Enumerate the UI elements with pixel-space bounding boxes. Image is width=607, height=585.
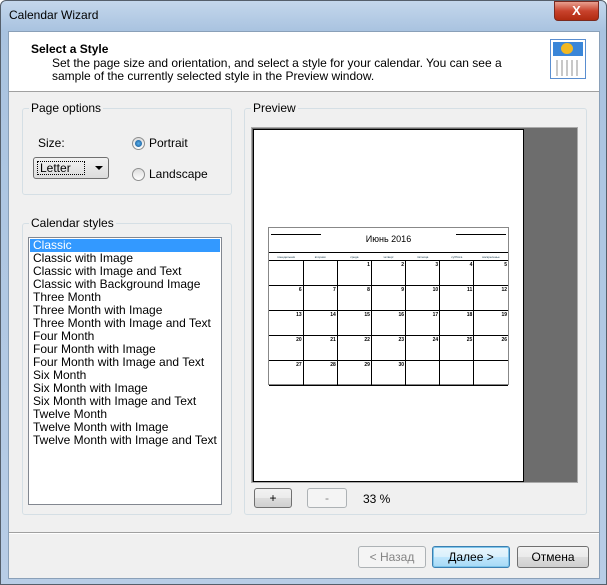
- calendar-day-cell: 12: [473, 285, 508, 311]
- calendar-styles-legend: Calendar styles: [29, 216, 116, 230]
- calendar-day-cell: 27: [269, 360, 304, 386]
- zoom-in-button[interactable]: +: [254, 488, 292, 508]
- wizard-header: Select a Style Set the page size and ori…: [9, 32, 599, 92]
- calendar-day-cell: 18: [439, 310, 475, 336]
- weekday-header: среда: [337, 252, 372, 261]
- calendar-day-cell: 2: [370, 260, 407, 286]
- portrait-radio[interactable]: Portrait: [132, 136, 188, 150]
- calendar-day-cell: [405, 360, 441, 386]
- size-label: Size:: [38, 136, 65, 150]
- calendar-day-cell: [439, 360, 475, 386]
- calendar-day-cell: [302, 260, 338, 286]
- calendar-week-row: 27 28 29 30: [269, 360, 508, 386]
- zoom-out-button[interactable]: -: [307, 488, 347, 508]
- calendar-week-row: 6 7 8 9 10 11 12: [269, 285, 508, 311]
- zoom-level: 33 %: [363, 492, 391, 506]
- calendar-day-cell: [473, 360, 508, 386]
- back-button[interactable]: < Назад: [358, 546, 426, 568]
- portrait-label: Portrait: [149, 136, 188, 150]
- calendar-day-cell: 7: [302, 285, 338, 311]
- radio-checked-icon: [132, 136, 145, 150]
- cancel-button[interactable]: Отмена: [517, 546, 589, 568]
- calendar-week-row: 13 14 15 16 17 18 19: [269, 310, 508, 336]
- preview-pane: Июнь 2016 понедельник вторник среда четверг…: [251, 127, 578, 483]
- calendar-day-cell: 8: [336, 285, 372, 311]
- footer-divider: [9, 532, 599, 534]
- next-button[interactable]: Далее >: [432, 546, 510, 568]
- dialog-client: Select a Style Set the page size and ori…: [8, 31, 600, 579]
- calendar-styles-list[interactable]: Classic Classic with Image Classic with Im…: [28, 237, 222, 505]
- landscape-label: Landscape: [149, 167, 208, 181]
- chevron-down-icon: [95, 166, 103, 170]
- calendar-day-cell: 17: [405, 310, 441, 336]
- calendar-day-cell: 20: [269, 335, 304, 361]
- page-size-dropdown[interactable]: Letter: [33, 157, 109, 179]
- calendar-image-icon: [550, 39, 586, 79]
- calendar-day-cell: 13: [269, 310, 304, 336]
- window-title: Calendar Wizard: [9, 8, 99, 22]
- radio-unchecked-icon: [132, 167, 145, 181]
- weekday-header: суббота: [439, 252, 474, 261]
- calendar-month-title: Июнь 2016: [365, 234, 412, 244]
- calendar-day-cell: 4: [439, 260, 475, 286]
- calendar-preview: Июнь 2016 понедельник вторник среда четверг…: [268, 227, 509, 386]
- calendar-day-cell: 19: [473, 310, 508, 336]
- page-title: Select a Style: [31, 42, 109, 56]
- calendar-day-cell: 5: [473, 260, 508, 286]
- weekday-header: четверг: [371, 252, 406, 261]
- close-button[interactable]: X: [554, 1, 599, 21]
- calendar-day-cell: 6: [269, 285, 304, 311]
- calendar-day-cell: 28: [302, 360, 338, 386]
- calendar-day-cell: 25: [439, 335, 475, 361]
- preview-page: Июнь 2016 понедельник вторник среда четверг…: [253, 129, 524, 482]
- landscape-radio[interactable]: Landscape: [132, 167, 208, 181]
- calendar-day-cell: 1: [336, 260, 372, 286]
- weekday-header: пятница: [405, 252, 440, 261]
- calendar-day-cell: 14: [302, 310, 338, 336]
- page-description: Set the page size and orientation, and s…: [52, 56, 502, 83]
- preview-legend: Preview: [251, 101, 298, 115]
- calendar-day-cell: 22: [336, 335, 372, 361]
- page-options-group: Page options: [22, 101, 232, 195]
- weekday-header: воскресенье: [473, 252, 508, 261]
- calendar-day-cell: 29: [336, 360, 372, 386]
- calendar-day-cell: 15: [336, 310, 372, 336]
- page-options-legend: Page options: [29, 101, 104, 115]
- calendar-day-cell: 23: [370, 335, 407, 361]
- calendar-day-cell: 3: [405, 260, 441, 286]
- calendar-day-cell: 11: [439, 285, 475, 311]
- calendar-day-cell: 26: [473, 335, 508, 361]
- calendar-grid: понедельник вторник среда четверг пятница суб…: [269, 252, 508, 386]
- calendar-week-row: 20 21 22 23 24 25 26: [269, 335, 508, 361]
- weekday-header: вторник: [303, 252, 338, 261]
- page-size-value: Letter: [37, 161, 85, 175]
- calendar-wizard-window: Calendar Wizard X Select a Style Set the…: [0, 0, 607, 585]
- calendar-day-cell: 9: [370, 285, 407, 311]
- calendar-day-cell: 30: [370, 360, 407, 386]
- calendar-day-cell: 21: [302, 335, 338, 361]
- calendar-day-cell: 16: [370, 310, 407, 336]
- calendar-week-row: 12345: [269, 260, 508, 286]
- calendar-day-cell: 24: [405, 335, 441, 361]
- style-list-item[interactable]: Twelve Month with Image and Text: [30, 434, 220, 447]
- weekday-header: понедельник: [269, 252, 304, 261]
- calendar-day-cell: [269, 260, 304, 286]
- calendar-day-cell: 10: [405, 285, 441, 311]
